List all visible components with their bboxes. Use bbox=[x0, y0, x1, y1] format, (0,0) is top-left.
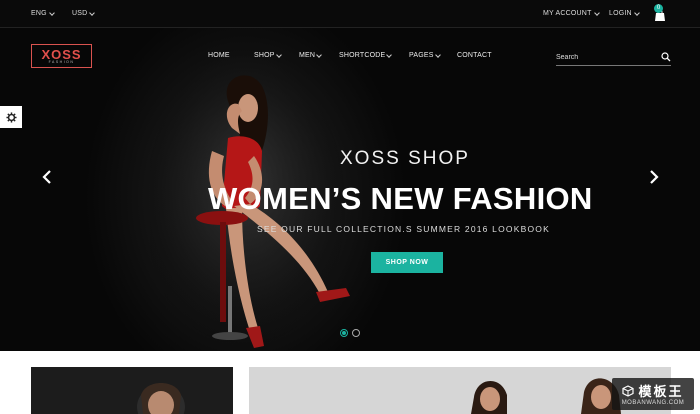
men-model-image bbox=[31, 367, 233, 414]
site-logo[interactable]: XOSS FASHION bbox=[31, 44, 92, 68]
search-input[interactable] bbox=[556, 50, 671, 66]
chevron-left-icon[interactable] bbox=[40, 168, 54, 186]
settings-gear-button[interactable] bbox=[0, 106, 22, 128]
cube-icon bbox=[622, 384, 635, 397]
nav-item-pages[interactable]: PAGES bbox=[409, 51, 441, 59]
cart-count-badge: 0 bbox=[654, 4, 663, 13]
product-banner-men[interactable] bbox=[31, 367, 233, 414]
chevron-right-icon[interactable] bbox=[647, 168, 661, 186]
chevron-down-icon bbox=[386, 51, 393, 58]
my-account-label: MY ACCOUNT bbox=[543, 10, 592, 17]
chevron-down-icon bbox=[434, 51, 441, 58]
login-label: LOGIN bbox=[609, 10, 632, 17]
chevron-down-icon bbox=[48, 9, 55, 16]
gear-icon bbox=[5, 111, 17, 123]
watermark-top: 模板王 bbox=[612, 381, 694, 400]
nav-item-contact[interactable]: CONTACT bbox=[457, 52, 492, 59]
hero-slider: XOSS FASHION HOME SHOP MEN SHORTCODE PAG… bbox=[0, 28, 700, 351]
slider-dot-2[interactable] bbox=[352, 329, 360, 337]
hero-subheadline: SEE OUR FULL COLLECTION.S SUMMER 2016 LO… bbox=[257, 224, 550, 234]
watermark-bottom: MOBANWANG.COM bbox=[621, 400, 685, 406]
slider-dot-1[interactable] bbox=[340, 329, 348, 337]
watermark-logo: 模板王 MOBANWANG.COM bbox=[612, 378, 694, 410]
product-banner-women[interactable] bbox=[249, 367, 671, 414]
hero-headline: WOMEN’S NEW FASHION bbox=[208, 181, 593, 216]
logo-tagline: FASHION bbox=[48, 60, 75, 64]
language-selector[interactable]: ENG bbox=[31, 9, 55, 17]
language-label: ENG bbox=[31, 10, 47, 17]
nav-label: PAGES bbox=[409, 52, 434, 59]
top-bar: ENG USD MY ACCOUNT LOGIN 0 bbox=[0, 0, 700, 28]
chevron-down-icon bbox=[593, 9, 600, 16]
currency-label: USD bbox=[72, 10, 88, 17]
hero-title: XOSS SHOP bbox=[340, 148, 470, 169]
search-icon[interactable] bbox=[661, 52, 671, 62]
chevron-down-icon bbox=[633, 9, 640, 16]
chevron-down-icon bbox=[89, 9, 96, 16]
shop-now-button[interactable]: SHOP NOW bbox=[371, 252, 443, 273]
my-account-menu[interactable]: MY ACCOUNT bbox=[543, 9, 600, 17]
login-menu[interactable]: LOGIN bbox=[609, 9, 640, 17]
watermark-top-text: 模板王 bbox=[638, 384, 684, 399]
currency-selector[interactable]: USD bbox=[72, 9, 96, 17]
women-models-image bbox=[249, 367, 671, 414]
nav-label: CONTACT bbox=[457, 52, 492, 59]
